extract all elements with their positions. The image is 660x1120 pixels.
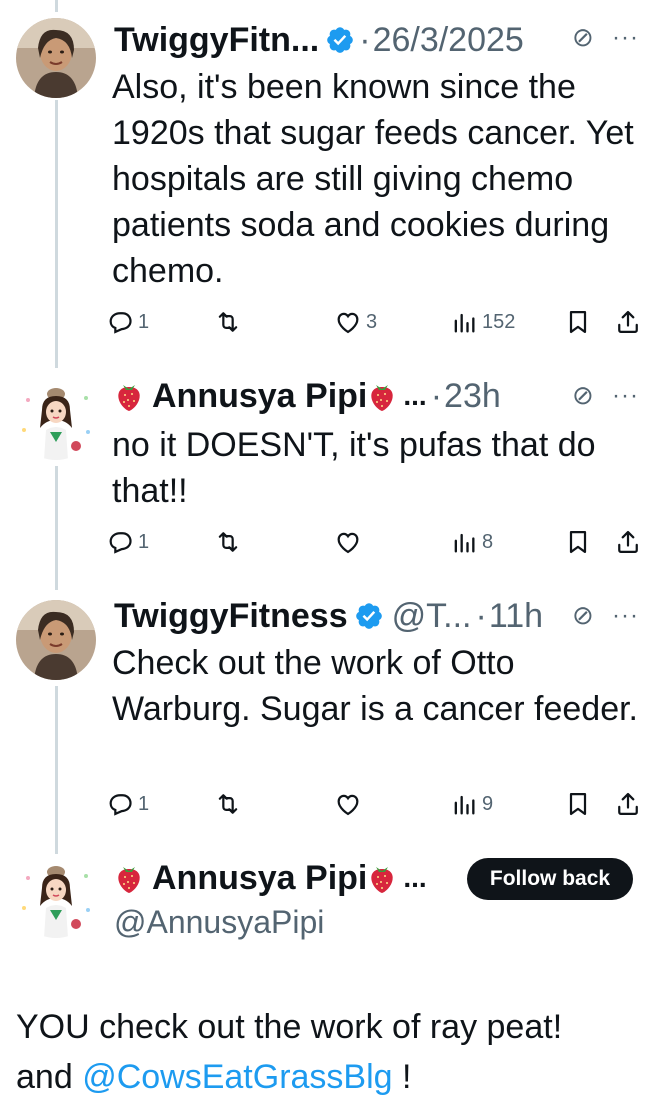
views-icon	[454, 533, 475, 553]
reply-text: YOU check out the work of ray peat! and …	[16, 1002, 646, 1102]
action-bar: 1 3 152	[106, 302, 646, 342]
separator: ·	[430, 377, 443, 415]
share-button[interactable]	[614, 784, 642, 824]
like-icon	[337, 312, 359, 334]
views-button[interactable]: 9	[450, 784, 493, 824]
strawberry-icon	[114, 380, 144, 412]
reply-line-1: YOU check out the work of ray peat!	[16, 1008, 563, 1046]
timestamp[interactable]: 26/3/2025	[373, 20, 524, 60]
share-button[interactable]	[614, 302, 642, 342]
author-name[interactable]: TwiggyFitness	[114, 596, 348, 636]
views-count: 9	[482, 792, 494, 815]
name-truncation: ...	[403, 862, 427, 893]
repost-icon	[218, 532, 238, 552]
separator: ·	[359, 21, 371, 59]
repost-icon	[218, 794, 238, 814]
share-icon	[618, 310, 638, 334]
reply-icon	[109, 532, 132, 554]
avatar[interactable]	[16, 18, 96, 98]
reply-text-and: and	[16, 1058, 73, 1096]
views-icon	[454, 313, 475, 333]
views-button[interactable]: 152	[450, 302, 515, 342]
tweet-text: Check out the work of Otto Warburg. Suga…	[112, 644, 639, 728]
author-handle[interactable]: @AnnusyaPipi	[114, 904, 324, 941]
reply-count: 1	[138, 792, 150, 815]
strawberry-icon	[367, 862, 397, 894]
timestamp[interactable]: 11h	[489, 596, 543, 636]
grok-icon[interactable]: ⊘	[572, 22, 594, 53]
mention-link[interactable]: @CowsEatGrassBlg	[82, 1058, 392, 1096]
like-button[interactable]	[334, 784, 366, 824]
like-icon	[337, 794, 359, 816]
tweet-text: no it DOESN'T, it's pufas that do that!!	[112, 426, 596, 510]
reply-button[interactable]: 1	[106, 302, 149, 342]
like-icon	[337, 532, 359, 554]
follow-back-button[interactable]: Follow back	[467, 858, 633, 900]
author-name[interactable]: Annusya Pipi	[152, 376, 367, 416]
like-button[interactable]: 3	[334, 302, 377, 342]
like-count: 3	[366, 310, 378, 333]
bookmark-icon	[569, 530, 587, 554]
repost-icon	[218, 312, 238, 332]
repost-button[interactable]	[214, 522, 246, 562]
verified-badge-icon	[325, 25, 355, 55]
like-button[interactable]	[334, 522, 366, 562]
views-icon	[454, 795, 475, 815]
action-bar: 1 8	[106, 522, 646, 562]
reply-count: 1	[138, 310, 150, 333]
more-icon[interactable]: ···	[612, 24, 639, 52]
bookmark-button[interactable]	[564, 784, 592, 824]
author-handle[interactable]: @T...	[392, 596, 472, 636]
separator: ·	[475, 597, 487, 635]
bookmark-button[interactable]	[564, 302, 592, 342]
reply-count: 1	[138, 530, 150, 553]
views-count: 152	[482, 310, 516, 333]
bookmark-button[interactable]	[564, 522, 592, 562]
author-name[interactable]: TwiggyFitn...	[114, 20, 319, 60]
reply-button[interactable]: 1	[106, 784, 149, 824]
name-truncation: ...	[403, 380, 427, 411]
thread-line	[55, 466, 58, 590]
strawberry-icon	[367, 380, 397, 412]
tweet[interactable]: TwiggyFitn... · 26/3/2025 ⊘ ··· Also, it…	[0, 0, 660, 360]
bookmark-icon	[569, 792, 587, 816]
tweet-text: Also, it's been known since the 1920s th…	[112, 68, 634, 290]
bookmark-icon	[569, 310, 587, 334]
avatar[interactable]	[16, 380, 96, 460]
reply-button[interactable]: 1	[106, 522, 149, 562]
author-name[interactable]: Annusya Pipi	[152, 858, 367, 898]
action-bar: 1 9	[106, 784, 646, 824]
more-icon[interactable]: ···	[612, 602, 639, 630]
repost-button[interactable]	[214, 784, 246, 824]
timestamp[interactable]: 23h	[444, 376, 501, 416]
share-button[interactable]	[614, 522, 642, 562]
views-button[interactable]: 8	[450, 522, 493, 562]
verified-badge-icon	[354, 601, 384, 631]
share-icon	[618, 530, 638, 554]
reply-line-2: and @CowsEatGrassBlg !	[16, 1052, 646, 1102]
share-icon	[618, 792, 638, 816]
more-icon[interactable]: ···	[612, 382, 639, 410]
reply-icon	[109, 312, 132, 334]
reply-text-end: !	[402, 1058, 412, 1096]
grok-icon[interactable]: ⊘	[572, 380, 594, 411]
views-count: 8	[482, 530, 494, 553]
reply-icon	[109, 794, 132, 816]
strawberry-icon	[114, 862, 144, 894]
repost-button[interactable]	[214, 302, 246, 342]
avatar[interactable]	[16, 600, 96, 680]
grok-icon[interactable]: ⊘	[572, 600, 594, 631]
thread-line	[55, 686, 58, 854]
avatar[interactable]	[16, 858, 96, 938]
